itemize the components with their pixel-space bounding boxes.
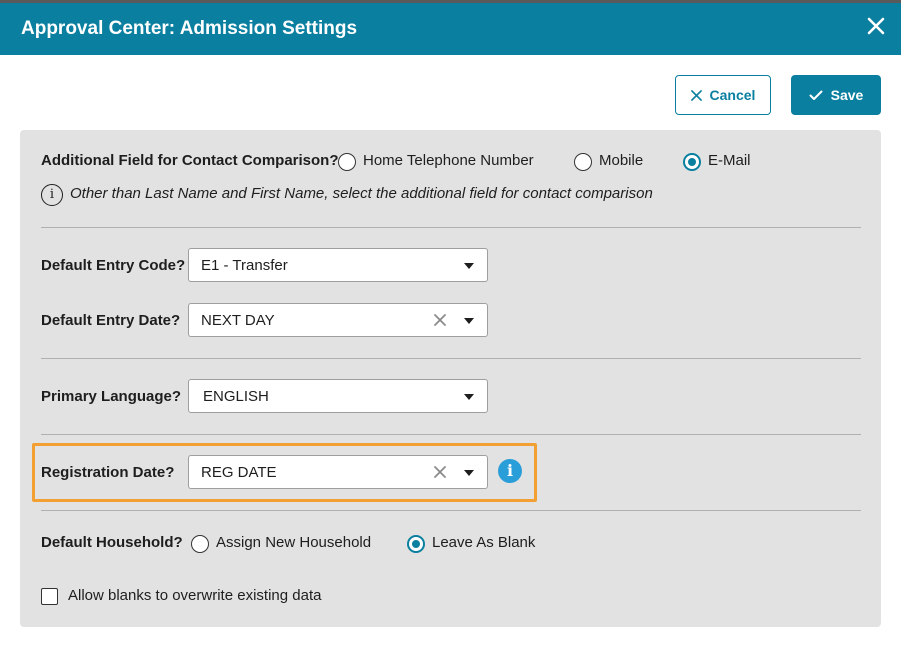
cancel-button[interactable]: Cancel (675, 75, 771, 115)
entry-code-value: E1 - Transfer (201, 257, 288, 274)
section-divider (41, 434, 861, 435)
save-label: Save (830, 87, 864, 103)
section-divider (41, 358, 861, 359)
registration-date-label: Registration Date? (41, 464, 175, 481)
checkmark-icon (809, 90, 823, 100)
radio-assign-new-household-label: Assign New Household (216, 534, 372, 551)
section-divider (41, 510, 861, 511)
entry-date-label: Default Entry Date? (41, 312, 181, 329)
allow-blanks-checkbox[interactable] (41, 588, 58, 605)
caret-down-icon (464, 394, 474, 400)
radio-email-label: E-Mail (708, 152, 751, 169)
radio-assign-new-household[interactable] (191, 535, 209, 553)
settings-panel: Additional Field for Contact Comparison?… (20, 130, 881, 627)
caret-down-icon (464, 263, 474, 269)
clear-icon[interactable] (433, 313, 447, 327)
contact-comparison-help: Other than Last Name and First Name, sel… (70, 185, 653, 202)
caret-down-icon (464, 470, 474, 476)
radio-home-telephone-label: Home Telephone Number (363, 152, 534, 169)
radio-mobile-label: Mobile (599, 152, 644, 169)
info-outline-icon: i (41, 184, 63, 206)
cancel-label: Cancel (709, 87, 756, 103)
section-divider (41, 227, 861, 228)
radio-mobile[interactable] (574, 153, 592, 171)
household-label: Default Household? (41, 534, 183, 551)
dialog-title: Approval Center: Admission Settings (21, 18, 358, 39)
entry-code-select[interactable]: E1 - Transfer (188, 248, 488, 282)
registration-date-select[interactable]: REG DATE (188, 455, 488, 489)
radio-home-telephone[interactable] (338, 153, 356, 171)
info-icon[interactable]: i (498, 459, 522, 483)
primary-language-label: Primary Language? (41, 388, 182, 405)
entry-code-label: Default Entry Code? (41, 257, 186, 274)
caret-down-icon (464, 318, 474, 324)
close-icon[interactable] (865, 15, 887, 37)
radio-leave-as-blank-label: Leave As Blank (432, 534, 536, 551)
primary-language-value: ENGLISH (203, 388, 269, 405)
admission-settings-dialog: Approval Center: Admission Settings Canc… (0, 3, 901, 647)
dialog-titlebar: Approval Center: Admission Settings (0, 3, 901, 55)
allow-blanks-label: Allow blanks to overwrite existing data (68, 587, 322, 604)
clear-icon[interactable] (433, 465, 447, 479)
radio-email[interactable] (683, 153, 701, 171)
primary-language-select[interactable]: ENGLISH (188, 379, 488, 413)
contact-comparison-label: Additional Field for Contact Comparison? (41, 152, 339, 169)
save-button[interactable]: Save (791, 75, 881, 115)
radio-leave-as-blank[interactable] (407, 535, 425, 553)
entry-date-value: NEXT DAY (201, 312, 275, 329)
close-icon (690, 89, 702, 101)
registration-date-value: REG DATE (201, 464, 277, 481)
entry-date-select[interactable]: NEXT DAY (188, 303, 488, 337)
